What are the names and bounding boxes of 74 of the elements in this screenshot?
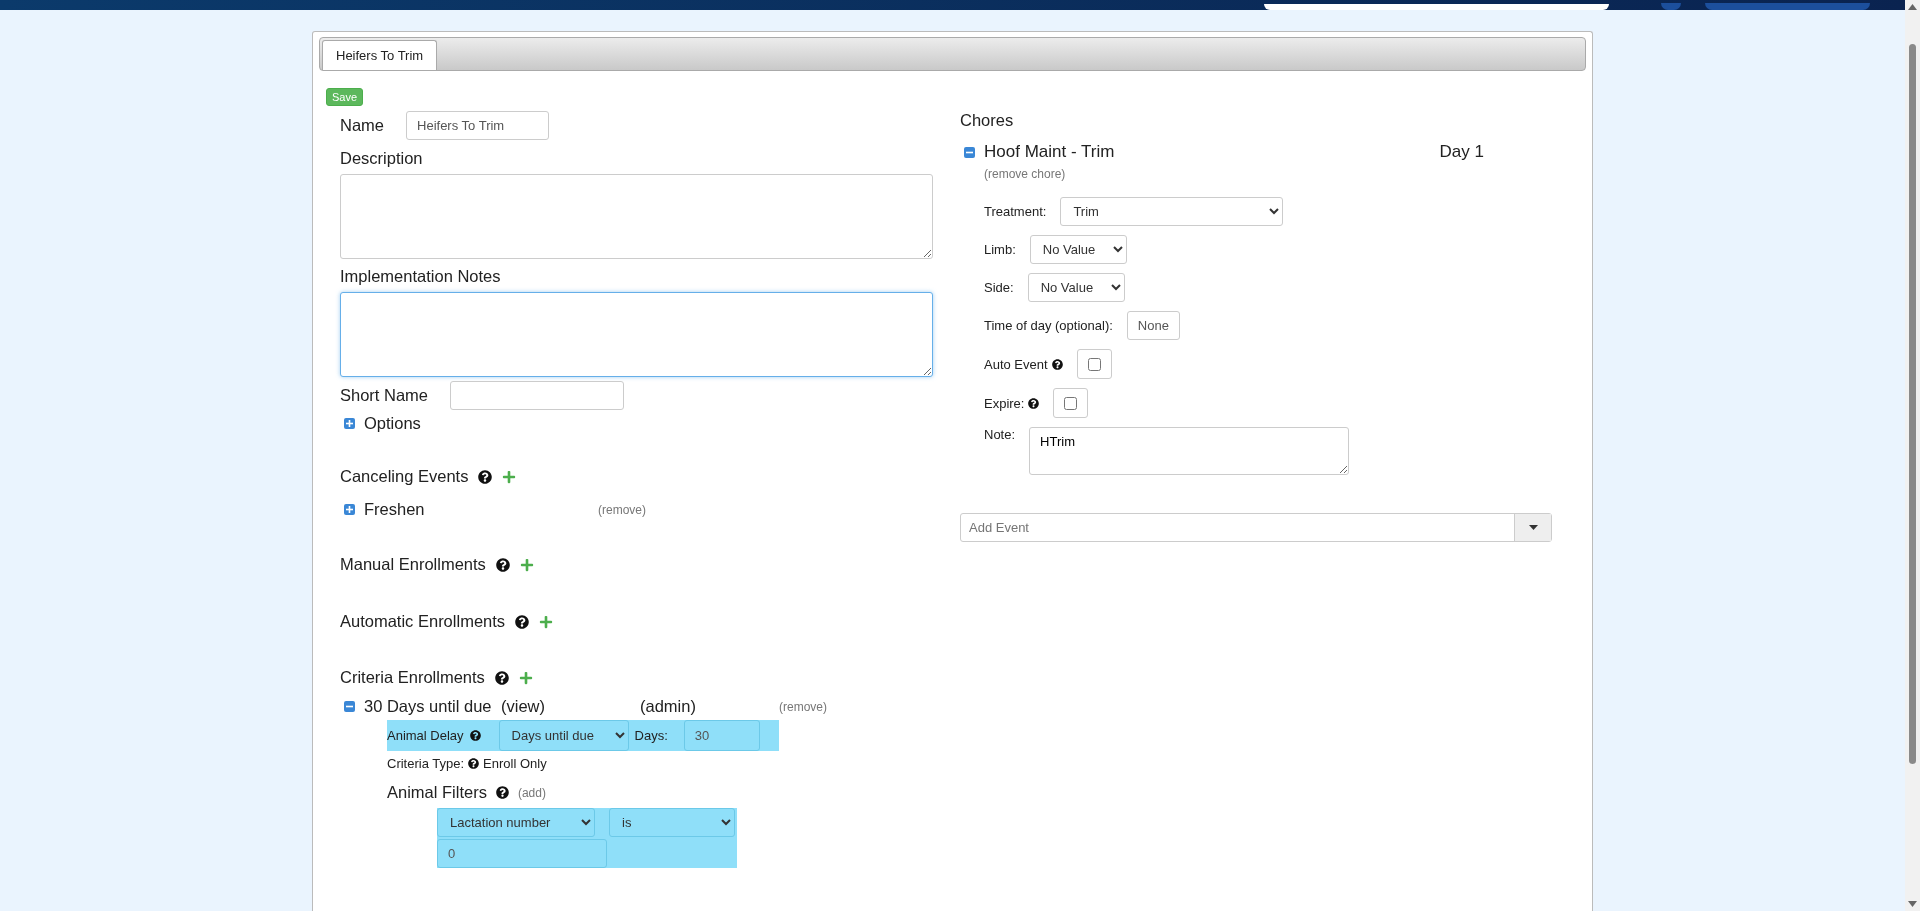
header-search-field[interactable] bbox=[1264, 4, 1609, 10]
remove-link[interactable]: (remove) bbox=[779, 699, 827, 714]
field-label: Expire: bbox=[984, 395, 1025, 411]
view-link[interactable]: (view) bbox=[501, 697, 631, 716]
tab[interactable]: Heifers To Trim bbox=[322, 40, 438, 70]
chore-day: Day 1 bbox=[1439, 142, 1484, 162]
section-title: Canceling Events bbox=[340, 467, 469, 486]
field-label: Side: bbox=[984, 280, 1014, 295]
select-field[interactable]: Lactation number bbox=[437, 808, 595, 837]
help-icon[interactable] bbox=[494, 670, 509, 685]
days-field[interactable]: 30 bbox=[683, 720, 760, 751]
description-field[interactable] bbox=[340, 174, 933, 259]
field-label: Short Name bbox=[340, 386, 429, 405]
help-icon[interactable] bbox=[1051, 358, 1063, 370]
collapse-icon[interactable] bbox=[964, 146, 975, 158]
expand-icon[interactable] bbox=[344, 418, 355, 429]
expand-icon[interactable] bbox=[344, 504, 355, 515]
field-label: Note: bbox=[984, 427, 1016, 442]
field-label: Days: bbox=[634, 728, 668, 743]
note-field[interactable]: HTrim bbox=[1029, 427, 1350, 475]
short-name-field[interactable] bbox=[450, 381, 625, 410]
add-icon[interactable] bbox=[539, 614, 554, 629]
remove-chore-link[interactable]: (remove chore) bbox=[984, 167, 1066, 181]
add-icon[interactable] bbox=[502, 469, 517, 484]
add-link[interactable]: (add) bbox=[517, 785, 546, 800]
chore-name: Hoof Maint - Trim bbox=[984, 142, 1116, 162]
select-field[interactable]: Days until due bbox=[498, 720, 629, 751]
scroll-up-icon[interactable] bbox=[1908, 4, 1917, 10]
add-icon[interactable] bbox=[519, 557, 534, 572]
select-field[interactable]: Trim bbox=[1060, 197, 1284, 226]
section-title: Criteria Enrollments bbox=[340, 668, 485, 687]
field-label: Name bbox=[340, 116, 384, 135]
scrollbar-thumb[interactable] bbox=[1909, 44, 1916, 764]
value-field[interactable]: 0 bbox=[437, 839, 607, 868]
scrollbar[interactable] bbox=[1905, 0, 1920, 911]
scroll-down-icon[interactable] bbox=[1908, 901, 1917, 907]
caret-icon bbox=[1528, 525, 1538, 530]
help-icon[interactable] bbox=[469, 730, 481, 741]
collapse-icon[interactable] bbox=[344, 701, 355, 712]
help-icon[interactable] bbox=[515, 614, 530, 629]
section-title: Animal Filters bbox=[387, 783, 487, 802]
criteria-type: Enroll Only bbox=[483, 756, 547, 771]
field-label: Limb: bbox=[984, 242, 1016, 257]
select-field[interactable]: No Value bbox=[1029, 235, 1127, 264]
field-label: Treatment: bbox=[984, 204, 1047, 219]
checkbox[interactable] bbox=[1087, 357, 1101, 371]
notes-field[interactable] bbox=[340, 292, 933, 377]
help-icon[interactable] bbox=[495, 557, 510, 572]
select-field[interactable]: No Value bbox=[1027, 273, 1125, 302]
name-field[interactable]: Heifers To Trim bbox=[406, 111, 549, 140]
help-icon[interactable] bbox=[1028, 397, 1040, 409]
field-label: Description bbox=[340, 149, 423, 168]
admin-link[interactable]: (admin) bbox=[640, 697, 770, 716]
checkbox[interactable] bbox=[1064, 396, 1078, 410]
add-icon[interactable] bbox=[518, 670, 533, 685]
section-title: Automatic Enrollments bbox=[340, 612, 506, 631]
help-icon[interactable] bbox=[478, 469, 493, 484]
event-name: Freshen bbox=[364, 500, 426, 519]
field-label: Criteria Type: bbox=[387, 756, 465, 771]
section-title: Chores bbox=[960, 111, 1014, 130]
time-button[interactable]: None bbox=[1126, 311, 1180, 340]
remove-link[interactable]: (remove) bbox=[598, 502, 646, 517]
section-title: Manual Enrollments bbox=[340, 555, 486, 574]
help-icon[interactable] bbox=[495, 786, 509, 799]
options-toggle[interactable]: Options bbox=[364, 414, 421, 433]
field-label: Time of day (optional): bbox=[984, 318, 1113, 333]
dropdown-button[interactable] bbox=[1514, 514, 1551, 541]
criteria-name: 30 Days until due bbox=[364, 697, 492, 716]
field-label: Implementation Notes bbox=[340, 267, 501, 286]
header-button[interactable] bbox=[1661, 3, 1681, 10]
field-label: Animal Delay bbox=[387, 728, 464, 743]
field-label: Auto Event bbox=[984, 356, 1048, 372]
select-field[interactable]: is bbox=[609, 808, 735, 837]
help-icon[interactable] bbox=[468, 758, 480, 769]
